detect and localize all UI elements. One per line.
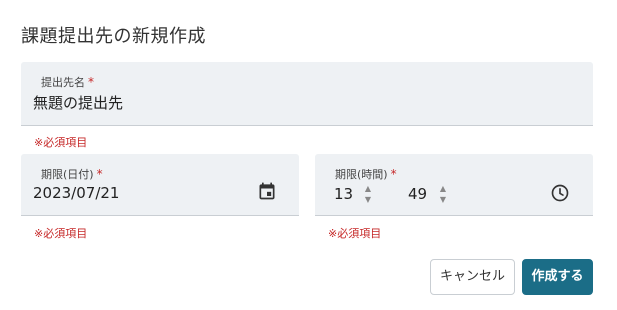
due-date-input[interactable]: 2023/07/21 <box>33 184 119 202</box>
minute-input[interactable]: 49 <box>408 185 427 203</box>
due-time-field[interactable]: 期限(時間) * 13 ▲ ▼ 49 ▲ ▼ <box>315 154 593 216</box>
clock-icon[interactable] <box>550 183 570 203</box>
create-button[interactable]: 作成する <box>522 259 593 295</box>
submission-name-input[interactable]: 無題の提出先 <box>33 92 123 113</box>
due-date-helper: ※必須項目 <box>34 227 88 240</box>
due-date-label: 期限(日付) * <box>41 167 103 181</box>
minute-spinner[interactable]: ▲ ▼ <box>438 183 448 205</box>
hour-up-icon[interactable]: ▲ <box>363 183 373 194</box>
submission-name-label: 提出先名 * <box>41 75 94 89</box>
hour-input[interactable]: 13 <box>334 185 353 203</box>
required-mark: * <box>96 167 103 181</box>
cancel-button[interactable]: キャンセル <box>430 259 515 295</box>
minute-down-icon[interactable]: ▼ <box>438 194 448 205</box>
dialog-title: 課題提出先の新規作成 <box>21 26 206 47</box>
submission-name-field[interactable]: 提出先名 * 無題の提出先 <box>21 62 593 126</box>
due-time-label: 期限(時間) * <box>335 167 397 181</box>
required-mark: * <box>88 75 94 89</box>
due-date-field[interactable]: 期限(日付) * 2023/07/21 <box>21 154 299 216</box>
create-submission-dialog: 課題提出先の新規作成 提出先名 * 無題の提出先 ※必須項目 期限(日付) * 20… <box>0 0 617 310</box>
calendar-icon[interactable] <box>257 181 277 201</box>
submission-name-helper: ※必須項目 <box>34 136 88 149</box>
due-time-helper: ※必須項目 <box>328 227 382 240</box>
required-mark: * <box>390 167 397 181</box>
hour-spinner[interactable]: ▲ ▼ <box>363 183 373 205</box>
hour-down-icon[interactable]: ▼ <box>363 194 373 205</box>
minute-up-icon[interactable]: ▲ <box>438 183 448 194</box>
